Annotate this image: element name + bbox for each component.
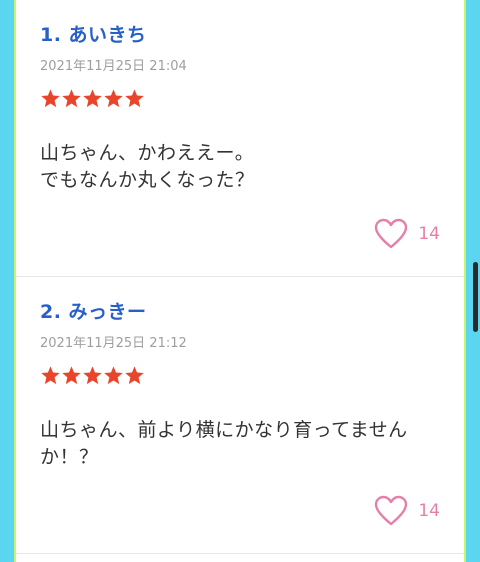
star-icon <box>62 89 81 108</box>
heart-outline-icon[interactable] <box>374 218 408 250</box>
comment-item: 2. みっきー 2021年11月25日 21:12 山ちゃん、前より横にかなり育… <box>16 277 464 554</box>
star-icon <box>104 366 123 385</box>
star-rating <box>40 88 145 110</box>
comment-list: 1. あいきち 2021年11月25日 21:04 山ちゃん、かわええー。 でも… <box>16 0 464 562</box>
heart-outline-icon[interactable] <box>374 495 408 527</box>
comment-line: 山ちゃん、前より横にかなり育ってません <box>40 419 408 441</box>
like-count: 14 <box>418 224 440 244</box>
comment-line: 山ちゃん、かわええー。 <box>40 142 255 164</box>
comment-author: 1. あいきち <box>40 24 147 46</box>
scrollbar[interactable] <box>473 262 478 332</box>
star-icon <box>83 366 102 385</box>
star-icon <box>125 366 144 385</box>
star-icon <box>125 89 144 108</box>
comment-date: 2021年11月25日 21:04 <box>40 59 187 74</box>
comment-author: 2. みっきー <box>40 301 147 323</box>
comment-body: 山ちゃん、前より横にかなり育ってません か！？ <box>40 417 440 471</box>
comment-date: 2021年11月25日 21:12 <box>40 336 187 351</box>
star-icon <box>104 89 123 108</box>
comment-item: 1. あいきち 2021年11月25日 21:04 山ちゃん、かわええー。 でも… <box>16 0 464 277</box>
comment-line: か！？ <box>40 446 99 468</box>
like-count: 14 <box>418 501 440 521</box>
like-button[interactable]: 14 <box>374 495 440 527</box>
star-rating <box>40 365 145 387</box>
star-icon <box>83 89 102 108</box>
star-icon <box>41 366 60 385</box>
screen-frame: 1. あいきち 2021年11月25日 21:04 山ちゃん、かわええー。 でも… <box>0 0 480 562</box>
like-button[interactable]: 14 <box>374 218 440 250</box>
comment-line: でもなんか丸くなった？ <box>40 169 255 191</box>
comment-body: 山ちゃん、かわええー。 でもなんか丸くなった？ <box>40 140 440 194</box>
star-icon <box>62 366 81 385</box>
star-icon <box>41 89 60 108</box>
